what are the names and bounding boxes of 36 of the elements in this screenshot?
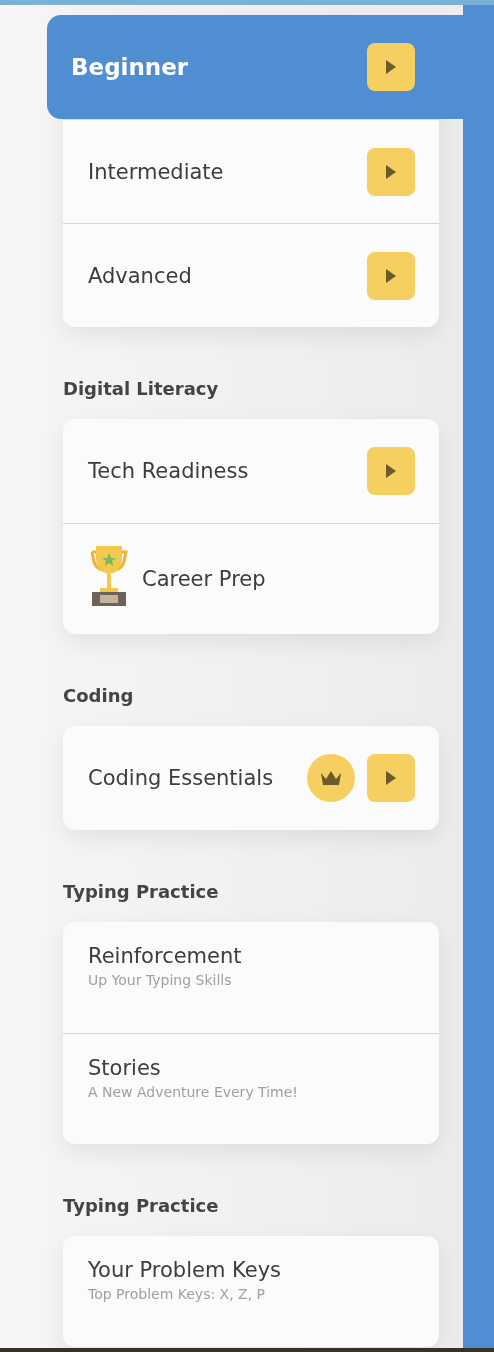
item-label: Stories xyxy=(88,1056,162,1080)
crown-badge xyxy=(307,754,355,802)
section-heading: Typing Practice xyxy=(63,880,220,904)
menu-item[interactable]: Reinforcement Up Your Typing Skills xyxy=(63,922,439,1033)
play-button[interactable] xyxy=(367,251,415,300)
menu-item[interactable]: Stories A New Adventure Every Time! xyxy=(63,1033,439,1144)
play-icon xyxy=(385,464,397,478)
item-label: Coding Essentials xyxy=(88,766,275,790)
item-label: Your Problem Keys xyxy=(88,1258,283,1282)
section-heading: Digital Literacy xyxy=(63,377,220,401)
item-label: Advanced xyxy=(88,263,193,288)
play-icon xyxy=(385,60,397,74)
play-icon xyxy=(385,771,397,785)
section-heading: Typing Practice xyxy=(63,1194,220,1218)
item-label: Tech Readiness xyxy=(88,459,250,483)
play-icon xyxy=(385,268,397,283)
item-label: Career Prep xyxy=(142,567,267,591)
play-button[interactable] xyxy=(367,147,415,196)
menu-item[interactable]: Intermediate xyxy=(63,119,439,223)
play-button[interactable] xyxy=(367,447,415,495)
play-button[interactable] xyxy=(367,754,415,802)
play-icon xyxy=(385,164,397,179)
trophy-icon xyxy=(88,544,130,608)
section-heading: Coding xyxy=(63,684,135,708)
menu-item[interactable]: Advanced xyxy=(63,223,439,327)
menu-item[interactable]: Career Prep xyxy=(63,523,439,634)
menu-item[interactable]: Coding Essentials xyxy=(63,726,439,830)
item-subtitle: A New Adventure Every Time! xyxy=(88,1084,299,1100)
play-button[interactable] xyxy=(367,43,415,91)
item-label: Beginner xyxy=(71,54,190,80)
menu-item[interactable]: Your Problem Keys Top Problem Keys: X, Z, P xyxy=(63,1236,439,1347)
item-subtitle: Up Your Typing Skills xyxy=(88,972,233,988)
item-label: Intermediate xyxy=(88,159,225,184)
menu-item[interactable]: Tech Readiness xyxy=(63,419,439,523)
item-subtitle: Top Problem Keys: X, Z, P xyxy=(88,1286,267,1302)
item-label: Reinforcement xyxy=(88,944,243,968)
